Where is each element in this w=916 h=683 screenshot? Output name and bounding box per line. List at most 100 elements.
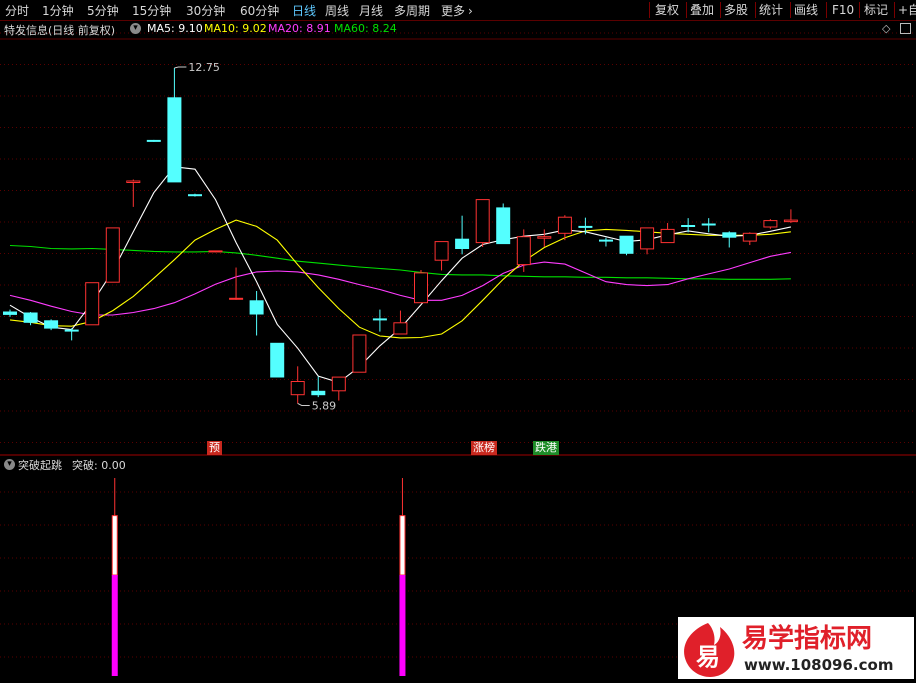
candle-up — [208, 250, 223, 253]
tab-fenshi[interactable]: 分时 — [5, 2, 29, 19]
f10-button[interactable]: F10 — [832, 1, 854, 19]
candle-up — [557, 216, 572, 234]
period-toolbar: 分时 1分钟 5分钟 15分钟 30分钟 60分钟 日线 周线 月线 多周期 更… — [0, 0, 916, 21]
candle-up — [475, 199, 490, 244]
overlay-button[interactable]: 叠加 — [690, 1, 714, 19]
chevron-down-circle-icon[interactable]: ▾ — [4, 459, 15, 470]
toolbar-divider — [755, 2, 756, 18]
candle-up — [331, 376, 346, 392]
candle-down — [722, 232, 737, 238]
candle-up — [290, 381, 305, 396]
tab-60min[interactable]: 60分钟 — [240, 2, 279, 19]
candle-up — [85, 282, 100, 326]
candle-down — [146, 139, 161, 142]
tab-5min[interactable]: 5分钟 — [87, 2, 119, 19]
candle-down — [455, 238, 470, 249]
candle-down — [249, 300, 264, 315]
main-indicator-bar: 特发信息(日线 前复权) ▾ MA5: 9.10 MA10: 9.02 MA20… — [0, 22, 916, 38]
signal-bar — [111, 575, 118, 676]
ma20-line — [9, 251, 792, 316]
tab-30min[interactable]: 30分钟 — [186, 2, 225, 19]
tab-1min[interactable]: 1分钟 — [42, 2, 74, 19]
toolbar-divider — [649, 2, 650, 18]
ma5-value: MA5: 9.10 — [147, 22, 203, 35]
chevron-right-icon: › — [468, 4, 473, 18]
watermark-logo: 易 易学指标网 www.108096.com — [678, 617, 914, 679]
candle-down — [496, 207, 511, 245]
signal-white-bar — [399, 515, 406, 576]
candle-up — [537, 236, 552, 239]
ma60-value: MA60: 8.24 — [334, 22, 397, 35]
signal-bar — [399, 575, 406, 676]
losers-badge[interactable]: 跌港 — [533, 441, 559, 455]
candle-down — [681, 225, 696, 227]
candle-down — [188, 194, 202, 197]
candle-up — [393, 322, 408, 335]
candle-down — [23, 312, 38, 323]
toolbar-divider — [826, 2, 827, 18]
watermark-glyph: 易 — [696, 643, 720, 671]
kline-chart[interactable]: 12.75 5.89 — [0, 0, 916, 683]
square-icon[interactable] — [900, 23, 911, 34]
candle-up — [640, 227, 655, 250]
candle-up — [763, 220, 778, 228]
ma20-value: MA20: 8.91 — [268, 22, 331, 35]
watermark-title: 易学指标网 — [742, 623, 872, 654]
watermark-logo-graphic: 易 易学指标网 www.108096.com — [678, 617, 914, 679]
candle-up — [105, 227, 120, 283]
toolbar-divider — [686, 2, 687, 18]
candle-down — [372, 318, 387, 321]
candle-down — [64, 329, 79, 332]
candle-up — [660, 228, 675, 244]
stats-button[interactable]: 统计 — [759, 1, 783, 19]
sub-indicator-value: 突破: 0.00 — [72, 459, 126, 472]
candle-down — [311, 390, 326, 396]
candle-down — [167, 97, 182, 183]
candle-up — [414, 272, 428, 304]
tab-15min[interactable]: 15分钟 — [132, 2, 171, 19]
ma10-value: MA10: 9.02 — [204, 22, 267, 35]
high-pointer — [174, 66, 187, 69]
multi-stock-button[interactable]: 多股 — [724, 1, 748, 19]
tab-daily[interactable]: 日线 — [292, 2, 316, 19]
candle-up — [352, 334, 367, 373]
candle-up — [434, 241, 449, 261]
candle-down — [619, 235, 634, 254]
tab-more[interactable]: 更多 › — [441, 2, 473, 19]
stock-title: 特发信息(日线 前复权) — [4, 24, 116, 37]
candle-down — [270, 342, 285, 378]
tab-monthly[interactable]: 月线 — [359, 2, 383, 19]
tab-multi-period[interactable]: 多周期 — [394, 2, 430, 19]
ma60-line — [9, 244, 791, 280]
low-price-label: 5.89 — [312, 399, 337, 412]
toolbar-divider — [720, 2, 721, 18]
gainers-badge[interactable]: 涨榜 — [471, 441, 497, 455]
tab-weekly[interactable]: 周线 — [325, 2, 349, 19]
candle-up — [229, 297, 244, 300]
toolbar-divider — [894, 2, 895, 18]
candle-up — [783, 219, 798, 223]
candle-up — [742, 232, 757, 242]
toolbar-divider — [790, 2, 791, 18]
watermark-url: www.108096.com — [744, 656, 893, 674]
custom-add-button[interactable]: +自 — [898, 1, 916, 19]
diamond-icon[interactable]: ◇ — [882, 22, 890, 35]
candle-up — [126, 180, 141, 183]
sub-indicator-title: 突破起跳 — [18, 459, 62, 472]
candle-up — [516, 236, 531, 266]
toolbar-divider — [859, 2, 860, 18]
low-pointer — [297, 403, 310, 406]
chevron-down-circle-icon[interactable]: ▾ — [130, 23, 141, 34]
signal-white-bar — [111, 515, 118, 576]
high-price-label: 12.75 — [188, 61, 220, 74]
candle-down — [701, 223, 716, 226]
tab-more-label: 更多 — [441, 4, 466, 18]
fuquan-button[interactable]: 复权 — [655, 1, 679, 19]
forecast-badge[interactable]: 预 — [207, 441, 222, 455]
candle-down — [599, 239, 613, 242]
draw-line-button[interactable]: 画线 — [794, 1, 818, 19]
ma5-line — [9, 166, 792, 384]
mark-button[interactable]: 标记 — [864, 1, 888, 19]
candle-down — [44, 320, 59, 329]
candle-down — [578, 225, 593, 228]
